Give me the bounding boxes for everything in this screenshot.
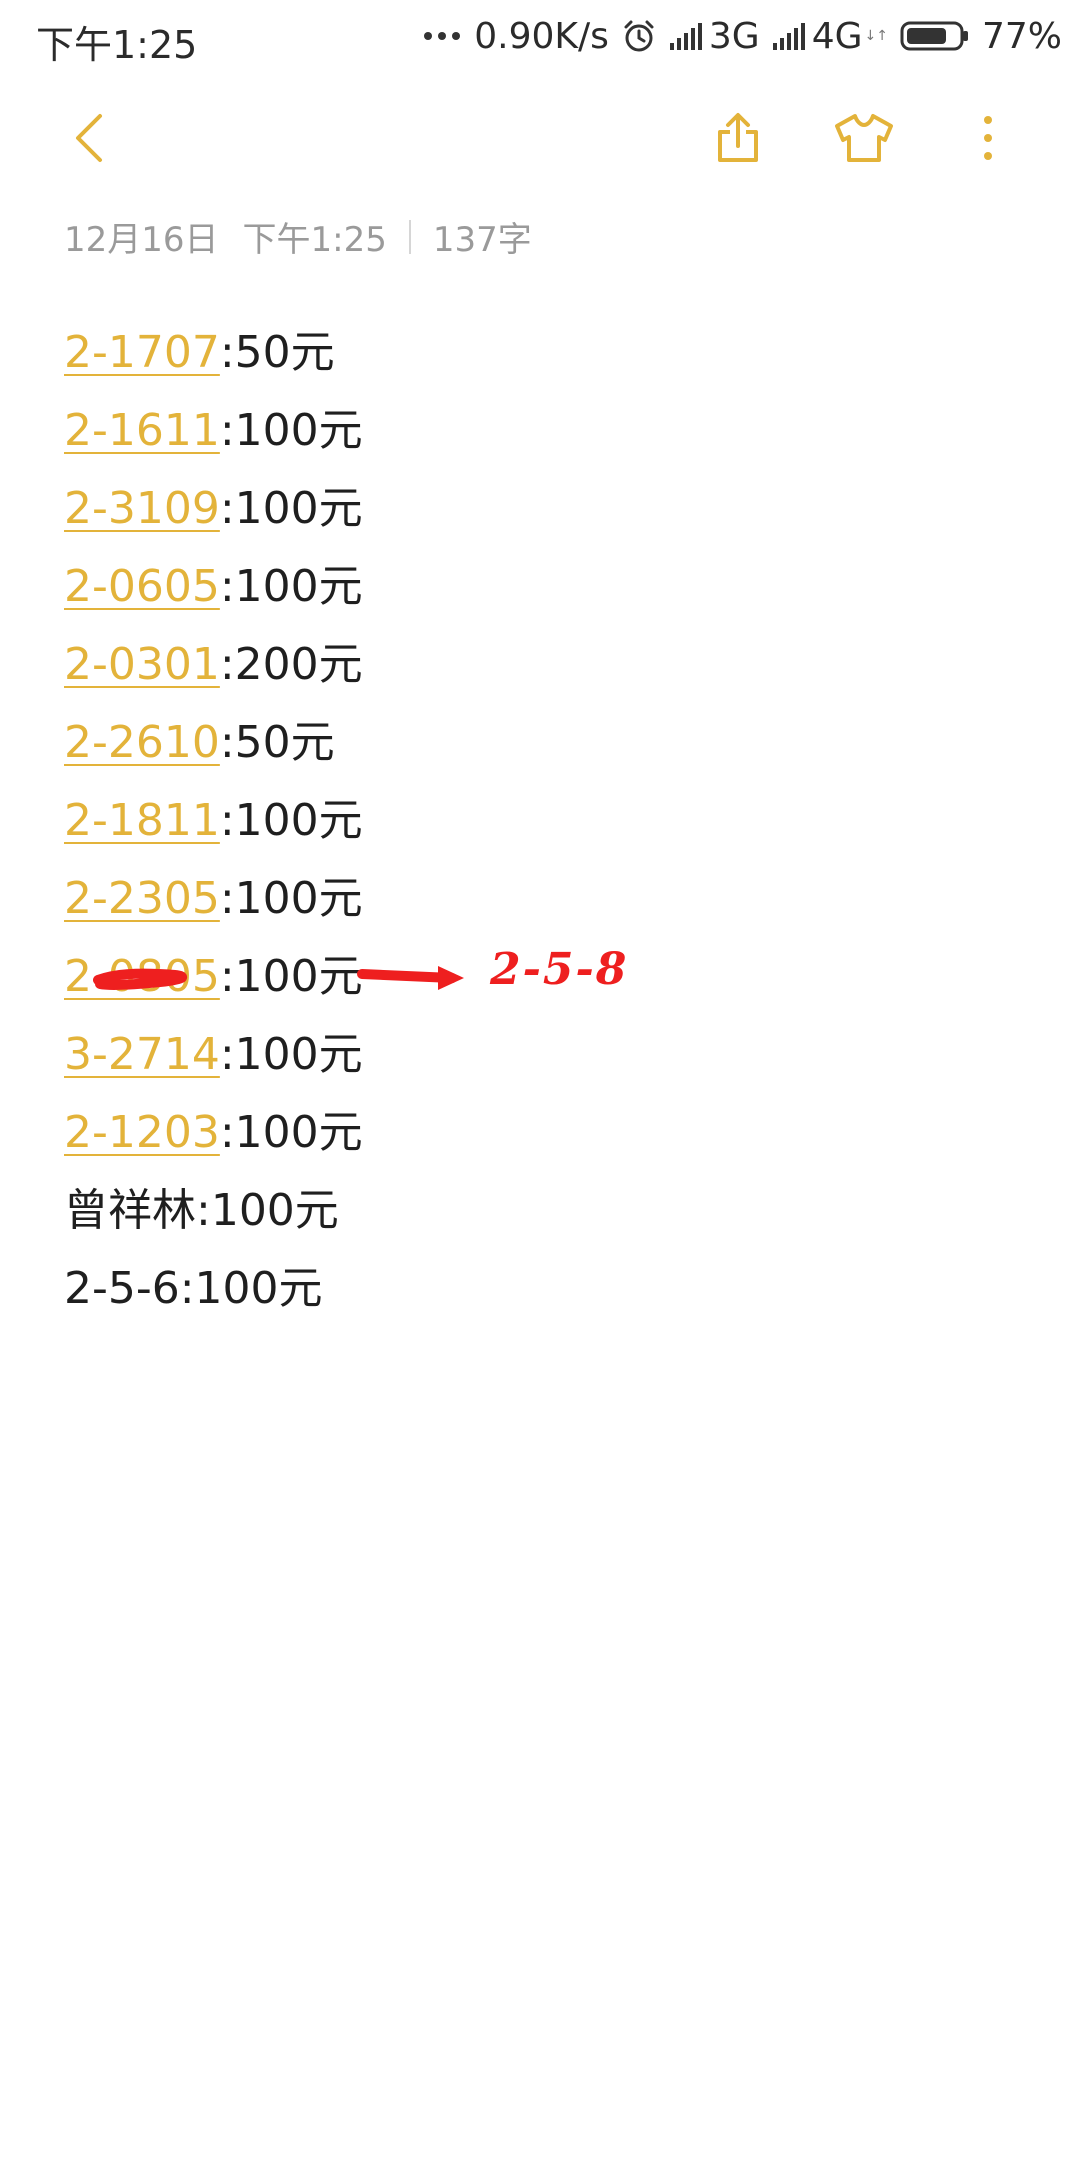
network-speed: 0.90K/s [474, 15, 609, 57]
battery-percent: 77% [981, 15, 1062, 57]
theme-button[interactable] [820, 96, 908, 184]
alarm-clock-icon [621, 18, 657, 54]
status-bar: 下午1:25 0.90K/s 3G 4G ↓↑ 77% [0, 0, 1080, 72]
note-toolbar [0, 96, 1080, 184]
note-line[interactable]: 2-5-6:100元 [64, 1250, 363, 1328]
note-line-text: :100元 [219, 1029, 363, 1080]
note-line-text: :50元 [219, 717, 335, 768]
data-activity-icon: ↓↑ [864, 28, 888, 44]
sim1-signal: 3G [669, 16, 760, 57]
meta-divider [408, 219, 411, 254]
note-line-link[interactable]: 2-1203 [64, 1107, 220, 1158]
note-line[interactable]: 2-1203:100元 [64, 1094, 363, 1172]
note-meta: 12月16日 下午1:25 137字 [64, 212, 532, 261]
note-line-link[interactable]: 2-2305 [64, 873, 220, 924]
more-dots-icon [422, 29, 462, 43]
note-line[interactable]: 2-2610:50元 [64, 704, 363, 782]
note-line-text: :50元 [219, 327, 335, 378]
note-line-text: :100元 [219, 951, 363, 1002]
annotation-text: 2-5-8 [490, 944, 629, 995]
note-line-text: :100元 [219, 873, 363, 924]
arrowhead [438, 966, 464, 990]
note-line[interactable]: 2-1611:100元 [64, 392, 363, 470]
note-line-text: :100元 [219, 1107, 363, 1158]
status-time: 下午1:25 [36, 23, 198, 67]
note-line-link[interactable]: 2-1611 [64, 405, 220, 456]
sim2-signal: 4G ↓↑ [772, 16, 888, 57]
note-line[interactable]: 2-0301:200元 [64, 626, 363, 704]
share-icon [710, 110, 766, 170]
note-line[interactable]: 3-2714:100元 [64, 1016, 363, 1094]
note-line-text: :100元 [219, 561, 363, 612]
note-line[interactable]: 2-3109:100元 [64, 470, 363, 548]
note-line-link[interactable]: 2-1707 [64, 327, 220, 378]
share-button[interactable] [694, 96, 782, 184]
sim2-label: 4G [811, 15, 863, 57]
note-line-link[interactable]: 3-2714 [64, 1029, 220, 1080]
note-line-link[interactable]: 2-2610 [64, 717, 220, 768]
theme-shirt-icon [833, 110, 895, 170]
word-count: 137字 [432, 220, 532, 260]
signal-icon [669, 21, 703, 51]
signal-icon [772, 21, 806, 51]
note-line[interactable]: 曾祥林:100元 [64, 1172, 363, 1250]
note-line[interactable]: 2-1707:50元 [64, 314, 363, 392]
status-icons: 0.90K/s 3G 4G ↓↑ 77% [422, 10, 1062, 62]
note-line-link[interactable]: 2-0301 [64, 639, 220, 690]
back-arrow-icon [70, 110, 110, 170]
note-line-link[interactable]: 2-3109 [64, 483, 220, 534]
note-line-text: :100元 [219, 795, 363, 846]
more-vertical-icon [981, 113, 995, 167]
note-line-text: 曾祥林:100元 [64, 1185, 339, 1236]
note-line-text: 2-5-6:100元 [64, 1263, 323, 1314]
note-line-link[interactable]: 2-0805 [64, 951, 220, 1002]
note-date: 12月16日 [64, 220, 219, 260]
note-line[interactable]: 2-2305:100元 [64, 860, 363, 938]
note-line-text: :100元 [219, 405, 363, 456]
note-line[interactable]: 2-1811:100元 [64, 782, 363, 860]
battery-icon [900, 20, 970, 52]
arrow-stroke [357, 969, 457, 983]
note-line[interactable]: 2-0805:100元 [64, 938, 363, 1016]
note-line-text: :100元 [219, 483, 363, 534]
note-line[interactable]: 2-0605:100元 [64, 548, 363, 626]
note-body[interactable]: 2-1707:50元 2-1611:100元 2-3109:100元 2-0605:1… [64, 314, 363, 1328]
more-options-button[interactable] [944, 96, 1032, 184]
sim1-label: 3G [708, 15, 760, 57]
back-button[interactable] [46, 96, 134, 184]
note-line-link[interactable]: 2-1811 [64, 795, 220, 846]
note-line-text: :200元 [219, 639, 363, 690]
note-time: 下午1:25 [242, 220, 387, 260]
note-line-link[interactable]: 2-0605 [64, 561, 220, 612]
